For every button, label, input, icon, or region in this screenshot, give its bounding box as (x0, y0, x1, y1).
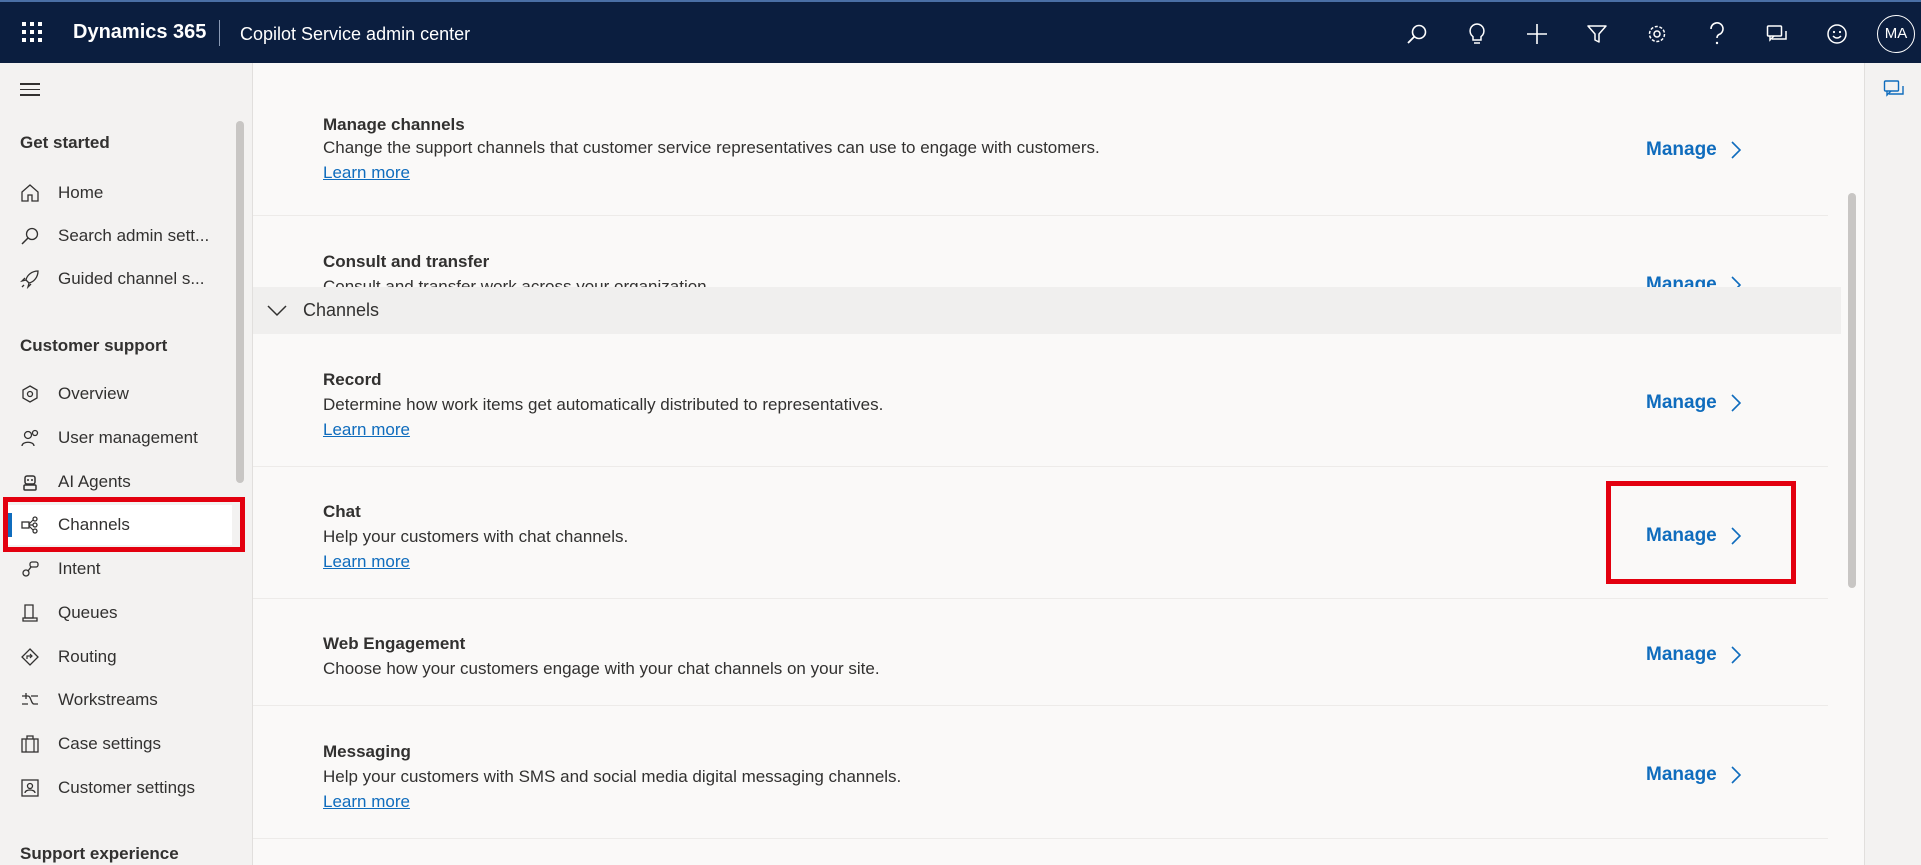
section-customer-support: Customer support (20, 336, 168, 355)
highlight-chat-manage (1606, 481, 1796, 584)
highlight-channels-nav (3, 497, 245, 552)
row-description: Change the support channels that custome… (323, 138, 1100, 157)
settings-row-messaging: Messaging Help your customers with SMS a… (253, 706, 1828, 839)
manage-button[interactable]: Manage (1646, 392, 1741, 414)
chevron-right-icon (1731, 646, 1741, 664)
sidebar-item-overview[interactable]: Overview (8, 374, 232, 414)
learn-more-link[interactable]: Learn more (323, 792, 410, 812)
user-avatar[interactable]: MA (1877, 14, 1915, 53)
section-support-experience: Support experience (20, 844, 179, 863)
sidebar-item-label: Search admin sett... (58, 226, 210, 245)
row-description: Help your customers with SMS and social … (323, 767, 902, 786)
sidebar-item-label: AI Agents (58, 472, 131, 491)
row-title: Consult and transfer (323, 252, 490, 271)
sidebar-item-label: Routing (58, 647, 117, 666)
chat-feedback-icon[interactable] (1883, 79, 1905, 104)
lightbulb-icon[interactable] (1447, 2, 1507, 65)
settings-row-web-engagement: Web Engagement Choose how your customers… (253, 599, 1828, 706)
learn-more-link[interactable]: Learn more (323, 163, 410, 183)
brand-name[interactable]: Dynamics 365 (73, 21, 206, 44)
sidebar-item-routing[interactable]: Routing (8, 637, 232, 677)
settings-icon[interactable] (1627, 2, 1687, 65)
manage-label: Manage (1646, 644, 1717, 665)
manage-label: Manage (1646, 392, 1717, 413)
rocket-icon (12, 267, 48, 291)
row-title: Chat (323, 502, 361, 521)
sidebar: Get started Home Search admin sett... Gu… (0, 63, 253, 865)
learn-more-link[interactable]: Learn more (323, 552, 410, 572)
chat-feedback-icon[interactable] (1747, 2, 1807, 65)
main-scrollbar[interactable] (1848, 193, 1856, 588)
sidebar-item-label: Workstreams (58, 690, 158, 709)
row-description: Determine how work items get automatical… (323, 395, 884, 414)
sidebar-item-ai-agents[interactable]: AI Agents (8, 462, 232, 502)
contact-card-icon (12, 776, 48, 800)
sidebar-item-label: Overview (58, 384, 129, 403)
sidebar-item-search-admin-settings[interactable]: Search admin sett... (8, 216, 232, 256)
sidebar-item-user-management[interactable]: User management (8, 418, 232, 458)
channels-group-header[interactable]: Channels (253, 287, 1841, 334)
sidebar-item-label: Queues (58, 603, 118, 622)
sidebar-item-label: Customer settings (58, 778, 195, 797)
app-launcher-icon[interactable] (20, 20, 44, 44)
hamburger-menu-icon[interactable] (20, 83, 40, 97)
home-icon (12, 181, 48, 205)
sidebar-item-label: Guided channel s... (58, 269, 205, 288)
sidebar-item-home[interactable]: Home (8, 173, 232, 213)
intent-icon (12, 557, 48, 581)
row-title: Manage channels (323, 115, 465, 134)
row-title: Record (323, 370, 382, 389)
manage-label: Manage (1646, 764, 1717, 785)
main-content: Manage channels Change the support chann… (253, 63, 1864, 865)
right-rail (1864, 63, 1921, 865)
manage-button[interactable]: Manage (1646, 139, 1741, 161)
chevron-right-icon (1731, 141, 1741, 159)
briefcase-icon (12, 732, 48, 756)
manage-button[interactable]: Manage (1646, 644, 1741, 666)
group-label: Channels (303, 300, 380, 320)
chevron-right-icon (1731, 394, 1741, 412)
sidebar-item-intent[interactable]: Intent (8, 549, 232, 589)
sidebar-item-customer-settings[interactable]: Customer settings (8, 768, 232, 808)
filter-icon[interactable] (1567, 2, 1627, 65)
queues-icon (12, 601, 48, 625)
sidebar-item-label: Case settings (58, 734, 161, 753)
chevron-down-icon[interactable] (267, 304, 287, 317)
top-bar: Dynamics 365 Copilot Service admin cente… (0, 0, 1921, 63)
top-icon-bar: MA (1387, 2, 1921, 65)
workstreams-icon (12, 688, 48, 712)
settings-row-chat: Chat Help your customers with chat chann… (253, 467, 1828, 599)
chevron-right-icon (1731, 766, 1741, 784)
learn-more-link[interactable]: Learn more (323, 420, 410, 440)
row-description: Choose how your customers engage with yo… (323, 659, 880, 678)
app-title: Copilot Service admin center (240, 24, 471, 44)
plus-icon[interactable] (1507, 2, 1567, 65)
overview-icon (12, 382, 48, 406)
manage-button[interactable]: Manage (1646, 764, 1741, 786)
sidebar-item-guided-channel-setup[interactable]: Guided channel s... (8, 259, 232, 299)
search-icon (12, 224, 48, 248)
routing-icon (12, 645, 48, 669)
smiley-icon[interactable] (1807, 2, 1867, 65)
section-get-started: Get started (20, 133, 110, 152)
sidebar-item-label: User management (58, 428, 198, 447)
sidebar-item-queues[interactable]: Queues (8, 593, 232, 633)
search-icon[interactable] (1387, 2, 1447, 65)
help-icon[interactable] (1687, 2, 1747, 65)
sidebar-item-workstreams[interactable]: Workstreams (8, 680, 232, 720)
settings-row-consult-and-transfer: Consult and transfer Consult and transfe… (253, 216, 1828, 321)
sidebar-item-label: Home (58, 183, 104, 202)
bot-icon (12, 470, 48, 494)
row-title: Web Engagement (323, 634, 466, 653)
row-title: Messaging (323, 742, 411, 761)
settings-row-manage-channels: Manage channels Change the support chann… (253, 63, 1828, 216)
manage-label: Manage (1646, 139, 1717, 160)
sidebar-scrollbar[interactable] (236, 121, 244, 483)
users-icon (12, 426, 48, 450)
row-description: Help your customers with chat channels. (323, 527, 629, 546)
settings-row-record: Record Determine how work items get auto… (253, 334, 1828, 467)
sidebar-item-label: Intent (58, 559, 101, 578)
brand-divider (219, 20, 220, 46)
sidebar-item-case-settings[interactable]: Case settings (8, 724, 232, 764)
